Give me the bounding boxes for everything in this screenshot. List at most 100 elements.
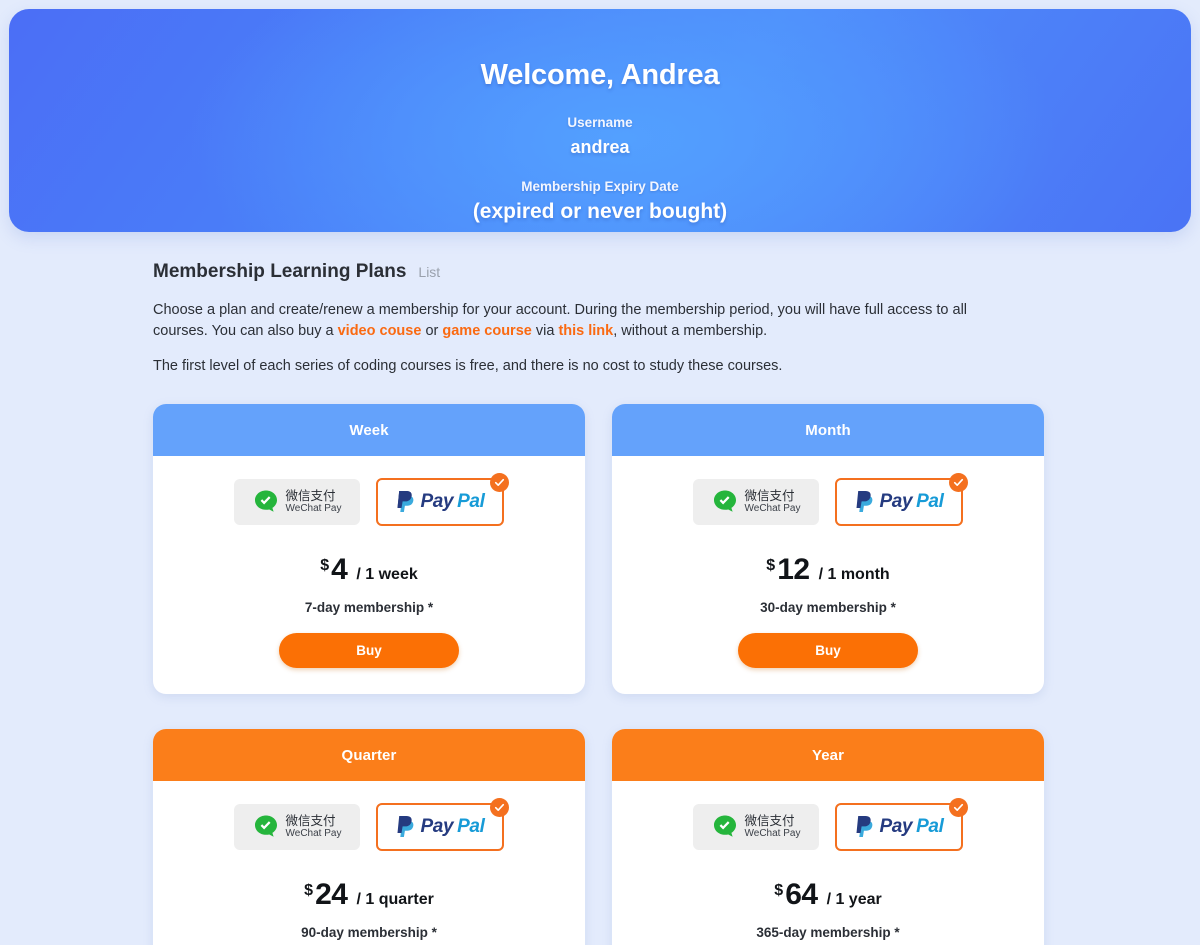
wechat-en-text: WeChat Pay (285, 828, 342, 840)
wechat-en-text: WeChat Pay (285, 503, 342, 515)
wechat-en-text: WeChat Pay (744, 503, 801, 515)
wechat-icon (712, 489, 738, 515)
payment-methods: 微信支付 WeChat Pay Pay Pal (234, 473, 509, 526)
plan-card-header: Month (612, 404, 1044, 456)
welcome-banner: Welcome, Andrea Username andrea Membersh… (9, 9, 1191, 232)
wechat-pay-option[interactable]: 微信支付 WeChat Pay (693, 479, 819, 525)
plan-card-body: 微信支付 WeChat Pay Pay Pal (612, 456, 1044, 694)
username-value: andrea (570, 137, 630, 157)
paypal-pay-text: Pay (879, 491, 913, 512)
check-circle-icon (949, 473, 968, 492)
wechat-cn-text: 微信支付 (744, 813, 795, 829)
currency-symbol: $ (320, 557, 330, 574)
wechat-en-text: WeChat Pay (744, 828, 801, 840)
buy-button[interactable]: Buy (279, 633, 459, 668)
paypal-option[interactable]: Pay Pal (376, 473, 509, 526)
main-content: Membership Learning Plans List Choose a … (0, 232, 1200, 945)
paypal-pay-text: Pay (420, 816, 454, 837)
paypal-logo: Pay Pal (396, 815, 485, 839)
currency-symbol: $ (766, 557, 776, 574)
paypal-pay-text: Pay (879, 816, 913, 837)
paypal-logo: Pay Pal (855, 490, 944, 514)
plan-card-header: Week (153, 404, 585, 456)
plan-card-year: Year 微信支付 WeChat Pay Pay Pal $ 64 / 1 ye… (612, 729, 1044, 945)
price-period: / 1 year (826, 891, 882, 908)
paypal-option[interactable]: Pay Pal (376, 798, 509, 851)
price-amount: 24 (315, 878, 348, 911)
buy-button[interactable]: Buy (738, 633, 918, 668)
expiry-label: Membership Expiry Date (521, 179, 679, 194)
plan-card-body: 微信支付 WeChat Pay Pay Pal (612, 781, 1044, 945)
paypal-pal-text: Pal (457, 491, 485, 512)
paypal-icon (855, 490, 876, 514)
plan-card-quarter: Quarter 微信支付 WeChat Pay Pay Pal $ 24 / 1… (153, 729, 585, 945)
wechat-label: 微信支付 WeChat Pay (744, 813, 801, 840)
desc-text-2: , without a membership. (613, 323, 768, 339)
plan-card-body: 微信支付 WeChat Pay Pay Pal (153, 456, 585, 694)
paypal-logo: Pay Pal (855, 815, 944, 839)
plan-note: 365-day membership * (756, 925, 900, 940)
plan-card-header: Quarter (153, 729, 585, 781)
paypal-pal-text: Pal (916, 491, 944, 512)
paypal-icon (396, 815, 417, 839)
check-circle-icon (949, 798, 968, 817)
plan-note: 7-day membership * (304, 600, 434, 615)
wechat-cn-text: 微信支付 (285, 488, 336, 504)
paypal-logo: Pay Pal (396, 490, 485, 514)
wechat-label: 微信支付 WeChat Pay (285, 488, 342, 515)
this-link[interactable]: this link (558, 323, 613, 339)
section-header: Membership Learning Plans List (153, 261, 1200, 283)
video-course-link[interactable]: video couse (338, 323, 422, 339)
wechat-label: 微信支付 WeChat Pay (744, 488, 801, 515)
plan-note: 90-day membership * (301, 925, 437, 940)
wechat-label: 微信支付 WeChat Pay (285, 813, 342, 840)
price-period: / 1 month (818, 566, 890, 583)
currency-symbol: $ (774, 882, 784, 899)
wechat-cn-text: 微信支付 (285, 813, 336, 829)
paypal-pal-text: Pal (916, 816, 944, 837)
paypal-option[interactable]: Pay Pal (835, 473, 968, 526)
paypal-pal-text: Pal (457, 816, 485, 837)
plans-description: Choose a plan and create/renew a members… (153, 300, 1015, 342)
desc-or: or (421, 323, 443, 339)
wechat-icon (712, 814, 738, 840)
check-circle-icon (490, 798, 509, 817)
paypal-option[interactable]: Pay Pal (835, 798, 968, 851)
plan-card-week: Week 微信支付 WeChat Pay Pay Pal $ 4 / 1 wee… (153, 404, 585, 694)
page-subtitle: List (418, 264, 441, 280)
wechat-cn-text: 微信支付 (744, 488, 795, 504)
plan-price: $ 12 / 1 month (766, 553, 889, 587)
expiry-value: (expired or never bought) (472, 200, 728, 223)
price-amount: 12 (777, 553, 810, 586)
free-level-note: The first level of each series of coding… (153, 358, 783, 374)
wechat-pay-option[interactable]: 微信支付 WeChat Pay (693, 804, 819, 850)
page-title: Membership Learning Plans (153, 261, 407, 282)
wechat-icon (253, 489, 279, 515)
plan-grid: Week 微信支付 WeChat Pay Pay Pal $ 4 / 1 wee… (153, 404, 1044, 945)
username-label: Username (567, 115, 633, 130)
paypal-pay-text: Pay (420, 491, 454, 512)
check-circle-icon (490, 473, 509, 492)
plan-card-body: 微信支付 WeChat Pay Pay Pal (153, 781, 585, 945)
currency-symbol: $ (304, 882, 314, 899)
plan-note: 30-day membership * (760, 600, 896, 615)
paypal-icon (855, 815, 876, 839)
wechat-icon (253, 814, 279, 840)
wechat-pay-option[interactable]: 微信支付 WeChat Pay (234, 479, 360, 525)
desc-via: via (531, 323, 559, 339)
price-period: / 1 week (356, 566, 418, 583)
payment-methods: 微信支付 WeChat Pay Pay Pal (234, 798, 509, 851)
plan-card-header: Year (612, 729, 1044, 781)
price-period: / 1 quarter (356, 891, 434, 908)
payment-methods: 微信支付 WeChat Pay Pay Pal (693, 798, 968, 851)
plan-price: $ 24 / 1 quarter (304, 878, 434, 912)
welcome-title: Welcome, Andrea (480, 59, 720, 91)
game-course-link[interactable]: game course (442, 323, 531, 339)
price-amount: 64 (785, 878, 818, 911)
payment-methods: 微信支付 WeChat Pay Pay Pal (693, 473, 968, 526)
paypal-icon (396, 490, 417, 514)
price-amount: 4 (331, 553, 348, 586)
plan-card-month: Month 微信支付 WeChat Pay Pay Pal $ 12 / 1 m… (612, 404, 1044, 694)
wechat-pay-option[interactable]: 微信支付 WeChat Pay (234, 804, 360, 850)
plan-price: $ 64 / 1 year (774, 878, 881, 912)
